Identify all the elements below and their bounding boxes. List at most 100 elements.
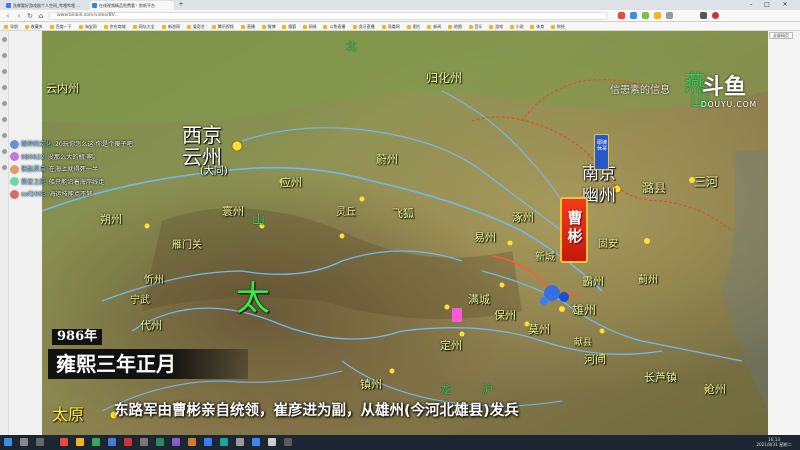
video-player[interactable]: 西京 云州 (大同) 南京 幽州 云内州 归化州 蔚州 应州 朔州 寰州 飞狐 …	[42, 31, 768, 435]
map-label-baozhou: 保州	[494, 309, 516, 322]
map-label-lu: 潞县	[642, 181, 667, 195]
avatar[interactable]	[10, 139, 19, 149]
app-icon[interactable]	[204, 438, 212, 446]
browser-icon[interactable]	[252, 438, 260, 446]
avatar[interactable]	[712, 12, 719, 19]
bookmark-item[interactable]: 淘宝网	[78, 23, 97, 30]
bookmark-item[interactable]: 地图	[447, 23, 462, 30]
app-icon[interactable]	[188, 438, 196, 446]
app-icon[interactable]	[236, 438, 244, 446]
folder-icon[interactable]	[76, 438, 84, 446]
danmaku-nick[interactable]: 黄豆之愿	[21, 179, 46, 186]
app-icon[interactable]	[60, 438, 68, 446]
home-button[interactable]: ⌂	[36, 11, 46, 21]
bookmark-item[interactable]: 体育	[530, 23, 544, 30]
avatar[interactable]	[10, 152, 19, 161]
bookmark-item[interactable]: 新浪网	[162, 23, 180, 30]
map-label-changlu: 长芦镇	[644, 371, 677, 384]
close-button[interactable]: ✕	[778, 0, 792, 10]
sidebar-app-icon[interactable]	[2, 117, 7, 122]
reload-button[interactable]: ↻	[25, 11, 35, 21]
bookmark-item[interactable]: 京东商城	[103, 23, 126, 30]
bookmark-item[interactable]: 新闻	[427, 23, 441, 30]
map-label-yi: 易州	[474, 231, 496, 244]
bookmark-item[interactable]: 收藏夹	[24, 23, 43, 30]
bookmark-item[interactable]: 网址大全	[132, 23, 155, 30]
browser-tabbar: 洗哪要好游戏剧个人空间_哔哩哔哩 ... 在线视频精品免费看 - 剪纸平台 + …	[0, 0, 800, 10]
app-icon[interactable]	[156, 438, 164, 446]
bookmark-item[interactable]: 百度一下	[49, 23, 72, 30]
app-icon[interactable]	[172, 438, 180, 446]
screen: 洗哪要好游戏剧个人空间_哔哩哔哩 ... 在线视频精品免费看 - 剪纸平台 + …	[0, 0, 800, 450]
new-tab-button[interactable]: +	[176, 0, 186, 10]
tab-video[interactable]: 在线视频精品免费看 - 剪纸平台	[90, 1, 174, 10]
taskview-icon[interactable]	[36, 438, 44, 446]
extension-icon[interactable]	[618, 12, 625, 19]
tab-space[interactable]: 洗哪要好游戏剧个人空间_哔哩哔哩 ...	[4, 1, 88, 10]
sidebar-home-icon[interactable]	[2, 37, 7, 42]
maximize-button[interactable]: □	[760, 0, 774, 10]
start-icon[interactable]	[4, 438, 12, 446]
app-icon[interactable]	[108, 438, 116, 446]
back-button[interactable]: ‹	[3, 11, 13, 21]
bookmark-item[interactable]: 导航	[4, 23, 18, 30]
system-clock[interactable]: 16:13 2021/8/31 星期二	[752, 437, 796, 448]
cao-bin-banner: 曹彬	[560, 197, 588, 263]
app-icon[interactable]	[124, 438, 132, 446]
app-icon[interactable]	[140, 438, 148, 446]
avatar[interactable]	[10, 164, 19, 174]
menu-icon[interactable]	[700, 12, 707, 19]
sidebar-note-icon[interactable]	[2, 101, 7, 106]
app-icon[interactable]	[284, 438, 292, 446]
bookmark-item[interactable]: 微博	[261, 23, 276, 30]
bookmark-item[interactable]: 网易	[302, 23, 317, 30]
map-label-wei: 蔚州	[376, 153, 398, 166]
minimize-button[interactable]: –	[744, 0, 758, 10]
sidebar-app-icon[interactable]	[2, 149, 7, 154]
bookmark-item[interactable]: 斗鱼直播	[323, 23, 345, 30]
bookmark-item[interactable]: 凤凰网	[381, 23, 400, 30]
app-icon[interactable]	[220, 438, 228, 446]
bookmark-item[interactable]: 小说	[509, 23, 524, 30]
extension-icon[interactable]	[642, 12, 649, 19]
map-label-mo: 莫州	[528, 323, 550, 336]
danmaku-text: 海运技能点不够	[49, 191, 93, 198]
sidebar-app-icon[interactable]	[2, 133, 7, 138]
sidebar-app-icon[interactable]	[2, 165, 7, 170]
extension-icon[interactable]	[666, 12, 673, 19]
danmaku-nick[interactable]: 080622	[21, 154, 45, 161]
sidebar-history-icon[interactable]	[2, 69, 7, 74]
bookmark-item[interactable]: 图片	[406, 23, 421, 30]
sidebar-star-icon[interactable]	[2, 53, 7, 58]
bookmark-item[interactable]: 财经	[550, 23, 565, 30]
url-field[interactable]: www.bilibili.com/video/BV...	[48, 12, 608, 20]
bookmark-item[interactable]: 游戏	[489, 23, 503, 30]
map-label-ying: 应州	[280, 176, 302, 189]
map-label-shuo: 朔州	[100, 213, 122, 226]
avatar[interactable]	[10, 177, 19, 186]
danmaku-nick[interactable]: 眼神的文化	[21, 141, 52, 148]
search-icon[interactable]	[20, 438, 28, 446]
bookmark-item[interactable]: 虎牙直播	[352, 23, 375, 30]
uploader-watermark: 信患素的信息	[610, 85, 670, 96]
bookmark-item[interactable]: 搜狐	[282, 23, 296, 30]
bookmark-item[interactable]: 直播	[241, 23, 255, 30]
extension-icon[interactable]	[630, 12, 637, 19]
bookmark-item[interactable]: 音乐	[468, 23, 483, 30]
forward-button[interactable]: ›	[14, 11, 24, 21]
app-icon[interactable]	[268, 438, 276, 446]
map-label-yu: 寰州	[222, 205, 244, 218]
extension-icon[interactable]	[654, 12, 661, 19]
fullscreen-button[interactable]: 全屏网页	[769, 32, 793, 39]
bookmark-item[interactable]: 腾讯视频	[211, 23, 234, 30]
avatar[interactable]	[10, 189, 19, 199]
danmaku-item: 黄豆之愿 船只能沿着海岸线走	[10, 177, 104, 188]
sidebar-download-icon[interactable]	[2, 85, 7, 90]
map-label-taihang: 太	[236, 279, 270, 319]
map-label-long: 龙	[440, 383, 451, 396]
danmaku-nick[interactable]: xxf2003	[21, 191, 46, 198]
danmaku-item: 眼神的文化 20玩你怎么这 你是个傻子吧	[10, 139, 133, 150]
danmaku-nick[interactable]: 张起灵自	[21, 166, 46, 173]
bookmark-item[interactable]: 爱奇艺	[186, 23, 205, 30]
app-icon[interactable]	[92, 438, 100, 446]
